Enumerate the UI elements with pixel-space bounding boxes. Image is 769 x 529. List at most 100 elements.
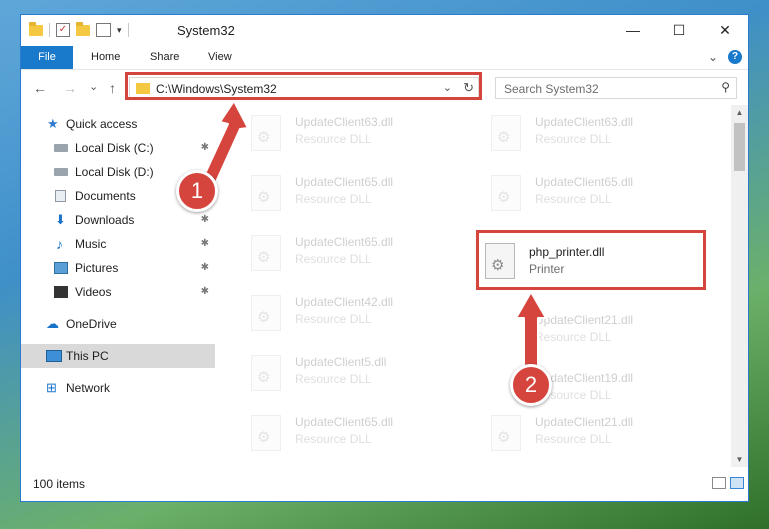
documents-icon [55,190,66,202]
sidebar-item-label: Pictures [75,261,119,275]
file-name: UpdateClient21.dll [535,415,634,429]
maximize-button[interactable]: ☐ [656,15,702,45]
toolbar-divider [49,23,50,37]
scroll-up-icon[interactable]: ▲ [731,108,748,117]
file-type: Resource DLL [295,432,372,446]
network-icon: ⊞ [46,380,57,395]
scrollbar-thumb[interactable] [734,123,745,171]
tab-file[interactable]: File [21,46,73,69]
file-type: Resource DLL [295,252,372,266]
tab-share[interactable]: Share [150,46,179,69]
tab-home[interactable]: Home [91,46,120,69]
dll-file-icon: ⚙ [251,175,281,211]
callout-badge-2: 2 [510,364,552,406]
videos-icon [54,286,68,298]
file-name: UpdateClient65.dll [295,175,394,189]
minimize-button[interactable]: — [610,15,656,45]
file-type: Resource DLL [295,132,372,146]
pictures-icon [54,262,68,274]
window-title: System32 [177,23,235,38]
dll-file-icon: ⚙ [251,295,281,331]
sidebar-item-local-disk-c[interactable]: Local Disk (C:) ✱ [21,136,215,160]
sidebar-item-label: Quick access [66,117,138,131]
pin-icon: ✱ [200,262,209,273]
tiles-view-icon[interactable] [730,477,744,489]
scroll-down-icon[interactable]: ▼ [731,455,748,464]
help-icon[interactable]: ? [728,50,742,64]
sidebar-item-label: Music [75,237,107,251]
file-name: UpdateClient65.dll [535,175,634,189]
search-box[interactable]: ⚲ [495,77,737,99]
file-item[interactable]: ⚙ UpdateClient65.dll Resource DLL [231,225,461,277]
file-item[interactable]: ⚙ UpdateClient42.dll Resource DLL [231,285,461,337]
sidebar-item-label: Videos [75,285,112,299]
dll-file-icon: ⚙ [251,415,281,451]
new-folder-icon[interactable] [76,21,90,36]
expand-ribbon-chevron-icon[interactable]: ⌄ [708,50,718,64]
sidebar-item-label: Local Disk (D:) [75,165,154,179]
file-item[interactable]: ⚙ UpdateClient63.dll Resource DLL [471,105,701,157]
close-button[interactable]: ✕ [702,15,748,45]
file-type: Resource DLL [535,192,612,206]
file-item[interactable]: ⚙ UpdateClient65.dll Resource DLL [231,165,461,217]
back-arrow-icon[interactable]: ← [33,80,47,96]
file-item[interactable]: ⚙ UpdateClient65.dll Resource DLL [471,165,701,217]
search-input[interactable] [502,81,706,97]
sidebar-item-downloads[interactable]: ⬇ Downloads ✱ [21,208,215,232]
sidebar-item-label: Documents [75,189,136,203]
file-type: Resource DLL [295,372,372,386]
sidebar-item-onedrive[interactable]: ☁ OneDrive [21,312,215,336]
customize-toolbar-chevron-icon[interactable]: ▾ [117,25,122,36]
ribbon: File Home Share View ⌄ ? [21,46,748,69]
toolbar-divider [127,23,129,37]
file-item[interactable]: ⚙ UpdateClient21.dll Resource DLL [471,405,701,457]
up-arrow-icon[interactable]: ↑ [109,80,116,96]
computer-icon [46,350,62,362]
drive-icon [54,168,68,176]
download-icon: ⬇ [55,212,66,227]
star-icon: ★ [47,116,59,131]
quick-access-toolbar: ✓ ▾ [29,21,129,37]
recent-locations-chevron-icon[interactable]: ⌄ [89,80,98,93]
file-type: Resource DLL [295,192,372,206]
file-name: UpdateClient63.dll [295,115,394,129]
view-toggle [712,477,744,489]
dll-file-icon: ⚙ [491,175,521,211]
file-highlight [476,230,706,290]
file-item[interactable]: ⚙ UpdateClient21.dll Resource DLL [471,303,701,355]
tab-view[interactable]: View [208,46,232,69]
callout-badge-1: 1 [176,170,218,212]
dll-file-icon: ⚙ [251,355,281,391]
sidebar-item-music[interactable]: ♪ Music ✱ [21,232,215,256]
sidebar-item-label: This PC [66,349,109,363]
folder-icon [29,21,43,36]
vertical-scrollbar[interactable]: ▲ ▼ [731,105,748,467]
pin-icon: ✱ [200,214,209,225]
window-controls: — ☐ ✕ [610,15,748,45]
properties-check-icon[interactable]: ✓ [56,23,70,37]
file-type: Resource DLL [535,132,612,146]
file-item[interactable]: ⚙ UpdateClient65.dll Resource DLL [231,405,461,457]
pin-icon: ✱ [200,238,209,249]
item-count: 100 items [33,477,86,491]
file-item[interactable]: ⚙ UpdateClient5.dll Resource DLL [231,345,461,397]
details-view-icon[interactable] [712,477,726,489]
properties-icon[interactable] [96,23,111,37]
file-name: UpdateClient63.dll [535,115,634,129]
address-bar-highlight [125,72,482,100]
forward-arrow-icon[interactable]: → [63,80,77,96]
navigation-pane: ★ Quick access Local Disk (C:) ✱ Local D… [21,105,215,467]
title-bar: ✓ ▾ System32 — ☐ ✕ [21,15,748,46]
sidebar-item-pictures[interactable]: Pictures ✱ [21,256,215,280]
dll-file-icon: ⚙ [491,115,521,151]
sidebar-item-videos[interactable]: Videos ✱ [21,280,215,304]
sidebar-item-this-pc[interactable]: This PC [21,344,215,368]
sidebar-item-label: Downloads [75,213,135,227]
file-name: UpdateClient65.dll [295,235,394,249]
file-item[interactable]: ⚙ UpdateClient63.dll Resource DLL [231,105,461,157]
sidebar-item-network[interactable]: ⊞ Network [21,376,215,400]
search-icon[interactable]: ⚲ [721,80,730,94]
sidebar-item-quick-access[interactable]: ★ Quick access [21,112,215,136]
file-type: Resource DLL [535,432,612,446]
file-name: UpdateClient42.dll [295,295,394,309]
